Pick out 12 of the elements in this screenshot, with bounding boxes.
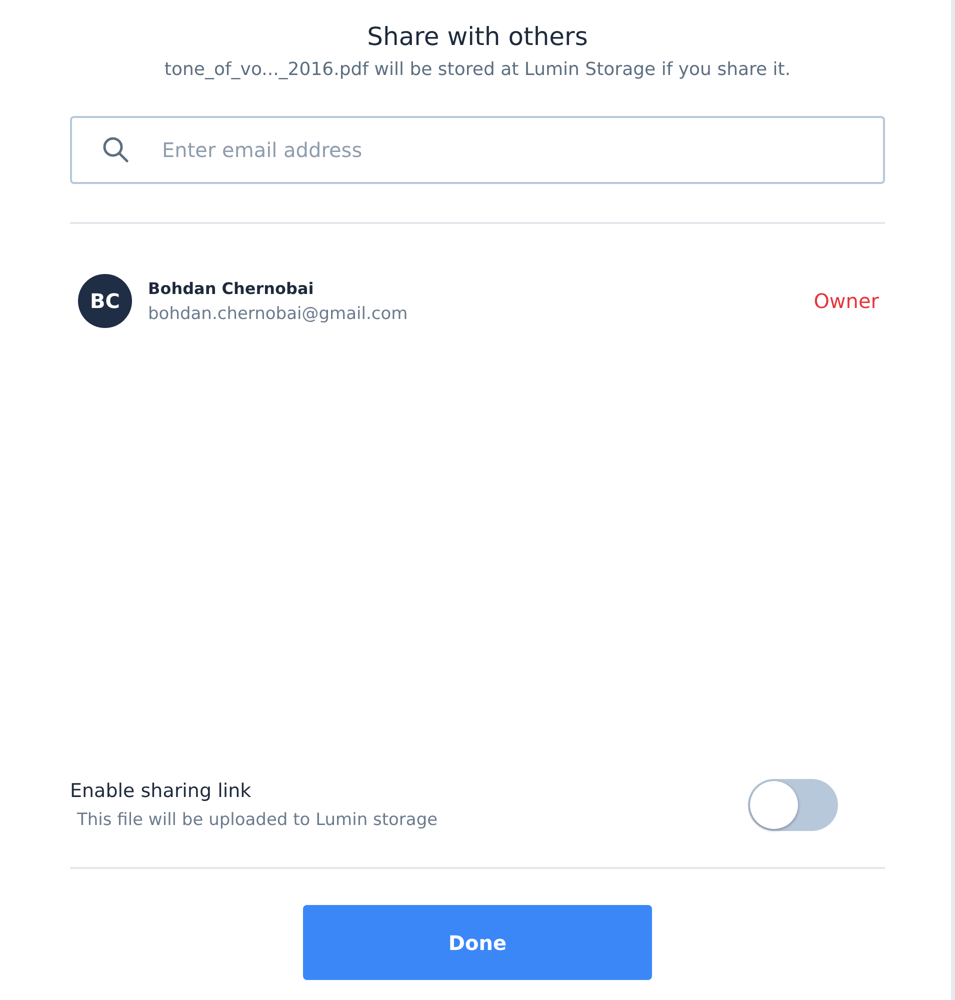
user-avatar: BC bbox=[78, 274, 132, 328]
dialog-subtitle: tone_of_vo..._2016.pdf will be stored at Lumin Storage if you share it. bbox=[163, 59, 792, 80]
member-role: Owner bbox=[814, 289, 879, 313]
email-search-field[interactable]: Enter email address bbox=[70, 116, 885, 184]
sharing-link-label: Enable sharing link bbox=[70, 780, 252, 802]
search-icon bbox=[102, 136, 130, 164]
member-email: bohdan.chernobai@gmail.com bbox=[148, 304, 409, 324]
sharing-link-toggle[interactable] bbox=[748, 779, 838, 831]
dialog-title: Share with others bbox=[366, 22, 589, 51]
sharing-link-hint: This file will be uploaded to Lumin storage bbox=[77, 810, 439, 830]
member-name: Bohdan Chernobai bbox=[148, 278, 315, 298]
done-button[interactable]: Done bbox=[303, 905, 652, 980]
